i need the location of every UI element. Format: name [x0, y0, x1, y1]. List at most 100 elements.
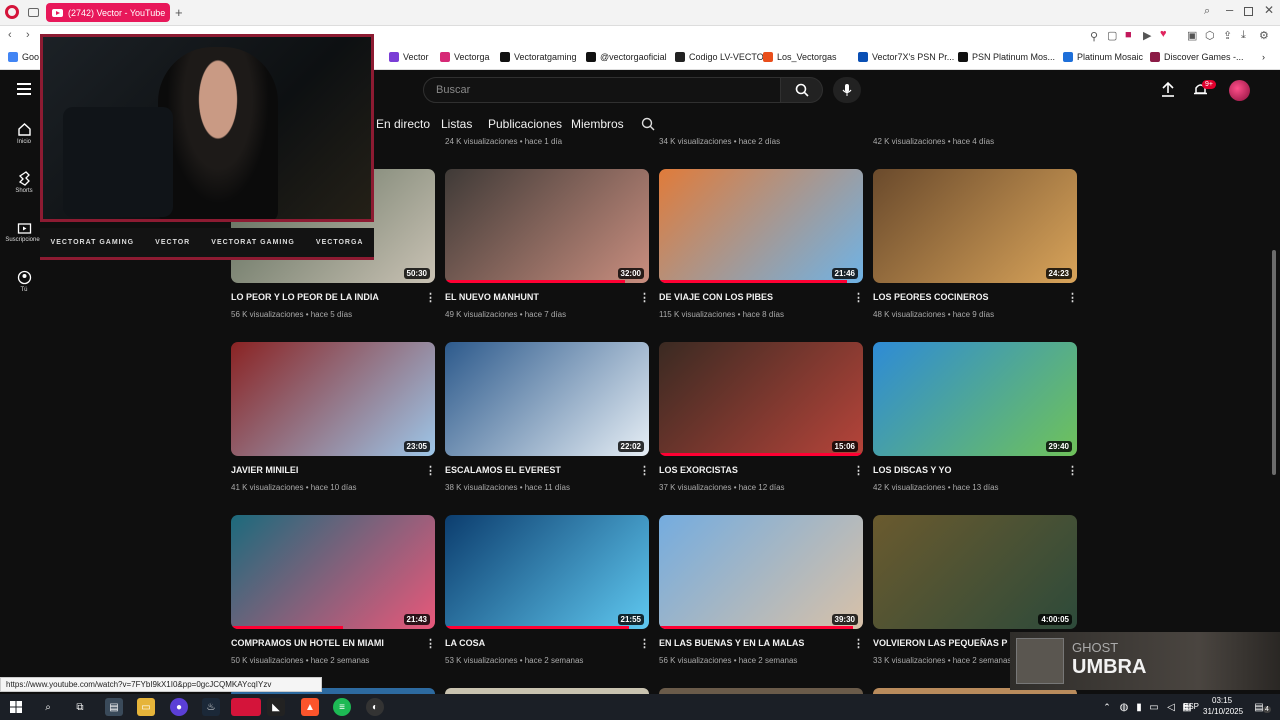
video-menu-icon[interactable]: ⋮: [425, 639, 436, 650]
video-thumbnail[interactable]: 21:46: [659, 169, 863, 283]
file-explorer-icon[interactable]: ▭: [137, 698, 155, 716]
snapshot-icon[interactable]: ▢: [1107, 29, 1117, 42]
bookmark-item[interactable]: Los_Vectorgas: [763, 52, 837, 62]
start-icon[interactable]: [7, 698, 25, 716]
app-icon[interactable]: ◐: [366, 698, 384, 716]
extension-d-icon[interactable]: ▣: [1187, 29, 1197, 42]
back-icon[interactable]: ‹: [8, 29, 12, 41]
opera-taskbar-icon[interactable]: [231, 698, 261, 716]
language-indicator[interactable]: ESP: [1183, 702, 1199, 711]
video-thumbnail[interactable]: 21:43: [231, 515, 435, 629]
video-title[interactable]: EN LAS BUENAS Y EN LA MALAS: [659, 638, 804, 648]
video-title[interactable]: JAVIER MINILEI: [231, 465, 298, 475]
steam-icon[interactable]: ♨: [202, 698, 220, 716]
channel-search-icon[interactable]: [641, 117, 655, 136]
bookmark-page-icon[interactable]: ⚲: [1090, 30, 1098, 43]
video-title[interactable]: VOLVIERON LAS PEQUEÑAS PESADILLAS: [873, 638, 1008, 648]
bookmark-label: Vectoratgaming: [514, 52, 577, 62]
video-meta: 53 K visualizaciones • hace 2 semanas: [445, 656, 584, 665]
scrollbar-thumb[interactable]: [1272, 250, 1276, 475]
video-menu-icon[interactable]: ⋮: [1067, 466, 1078, 477]
tab-youtube[interactable]: (2742) Vector - YouTube: [46, 3, 170, 22]
bookmark-item[interactable]: Vector: [389, 52, 429, 62]
tab-members[interactable]: Miembros: [571, 117, 624, 131]
video-menu-icon[interactable]: ⋮: [853, 639, 864, 650]
bookmark-item[interactable]: Discover Games -...: [1150, 52, 1244, 62]
video-menu-icon[interactable]: ⋮: [425, 293, 436, 304]
maximize-button[interactable]: [1244, 7, 1253, 16]
tab-playlists[interactable]: Listas: [441, 117, 472, 131]
video-title[interactable]: EL NUEVO MANHUNT: [445, 292, 539, 302]
tab-live[interactable]: En directo: [376, 117, 430, 131]
clock-date[interactable]: 31/10/2025: [1203, 707, 1243, 716]
video-menu-icon[interactable]: ⋮: [1067, 293, 1078, 304]
brave-icon[interactable]: ▲: [301, 698, 319, 716]
video-thumbnail[interactable]: 24:23: [873, 169, 1077, 283]
forward-icon[interactable]: ›: [26, 29, 30, 41]
tab-posts[interactable]: Publicaciones: [488, 117, 562, 131]
video-title[interactable]: LOS DISCAS Y YO: [873, 465, 952, 475]
video-thumbnail[interactable]: 4:00:05: [873, 515, 1077, 629]
bookmark-item[interactable]: PSN Platinum Mos...: [958, 52, 1055, 62]
app-icon[interactable]: ◣: [267, 698, 285, 716]
video-meta: 50 K visualizaciones • hace 2 semanas: [231, 656, 370, 665]
bookmarks-overflow-icon[interactable]: ›: [1262, 52, 1265, 62]
search-button[interactable]: [781, 77, 823, 103]
bookmark-item[interactable]: Vectorga: [440, 52, 490, 62]
sidebar-item-you[interactable]: Tú: [0, 270, 48, 293]
close-window-button[interactable]: ✕: [1264, 3, 1274, 17]
app-icon[interactable]: ▤: [105, 698, 123, 716]
clock-time[interactable]: 03:15: [1212, 696, 1232, 705]
spotify-icon[interactable]: ≡: [333, 698, 351, 716]
video-thumbnail[interactable]: 21:55: [445, 515, 649, 629]
video-menu-icon[interactable]: ⋮: [425, 466, 436, 477]
workspace-icon[interactable]: [28, 8, 39, 17]
video-title[interactable]: LOS PEORES COCINEROS: [873, 292, 989, 302]
video-title[interactable]: LA COSA: [445, 638, 485, 648]
video-thumbnail[interactable]: 32:00: [445, 169, 649, 283]
opera-logo-icon[interactable]: [5, 5, 19, 19]
download-icon[interactable]: ⤓: [1241, 29, 1246, 42]
avatar[interactable]: [1229, 80, 1250, 101]
player-icon[interactable]: ▶: [1143, 29, 1151, 42]
video-menu-icon[interactable]: ⋮: [639, 293, 650, 304]
video-title[interactable]: LO PEOR Y LO PEOR DE LA INDIA: [231, 292, 379, 302]
video-menu-icon[interactable]: ⋮: [639, 639, 650, 650]
obs-icon[interactable]: ●: [170, 698, 188, 716]
upload-icon[interactable]: [1161, 81, 1175, 102]
video-thumbnail[interactable]: 15:06: [659, 342, 863, 456]
search-input[interactable]: Buscar: [423, 77, 781, 103]
bookmark-item[interactable]: Vectoratgaming: [500, 52, 577, 62]
extensions-icon[interactable]: ⬡: [1205, 29, 1215, 42]
bookmark-item[interactable]: @vectorgaoficial: [586, 52, 667, 62]
task-view-icon[interactable]: ⧉: [71, 698, 89, 716]
bookmark-item[interactable]: Codigo LV-VECTOR: [675, 52, 770, 62]
minimize-button[interactable]: –: [1226, 2, 1233, 17]
search-tabs-icon[interactable]: ⌕: [1204, 5, 1210, 18]
video-thumbnail[interactable]: 29:40: [873, 342, 1077, 456]
heart-icon[interactable]: ♥: [1160, 28, 1167, 40]
voice-search-button[interactable]: [833, 77, 861, 103]
menu-icon[interactable]: [17, 83, 31, 95]
video-title[interactable]: DE VIAJE CON LOS PIBES: [659, 292, 773, 302]
share-icon[interactable]: ⇪: [1223, 29, 1232, 42]
bookmark-item[interactable]: Goo: [8, 52, 39, 62]
new-tab-button[interactable]: +: [175, 5, 183, 20]
video-title[interactable]: LOS EXORCISTAS: [659, 465, 738, 475]
tray-chevron-icon[interactable]: ⌃: [1098, 698, 1116, 716]
video-menu-icon[interactable]: ⋮: [853, 466, 864, 477]
video-menu-icon[interactable]: ⋮: [639, 466, 650, 477]
bookmark-item[interactable]: Platinum Mosaic: [1063, 52, 1143, 62]
video-thumbnail[interactable]: 23:05: [231, 342, 435, 456]
vpn-icon[interactable]: ■: [1125, 29, 1132, 41]
bookmark-item[interactable]: Vector7X's PSN Pr...: [858, 52, 954, 62]
settings-icon[interactable]: ⚙: [1259, 29, 1269, 42]
video-thumbnail[interactable]: 22:02: [445, 342, 649, 456]
subscriptions-icon: [17, 223, 31, 234]
tray-display-icon[interactable]: ▭: [1145, 698, 1163, 716]
video-thumbnail[interactable]: 39:30: [659, 515, 863, 629]
search-taskbar-icon[interactable]: ⌕: [39, 698, 57, 716]
video-menu-icon[interactable]: ⋮: [853, 293, 864, 304]
video-title[interactable]: COMPRAMOS UN HOTEL EN MIAMI: [231, 638, 384, 648]
video-title[interactable]: ESCALAMOS EL EVEREST: [445, 465, 561, 475]
